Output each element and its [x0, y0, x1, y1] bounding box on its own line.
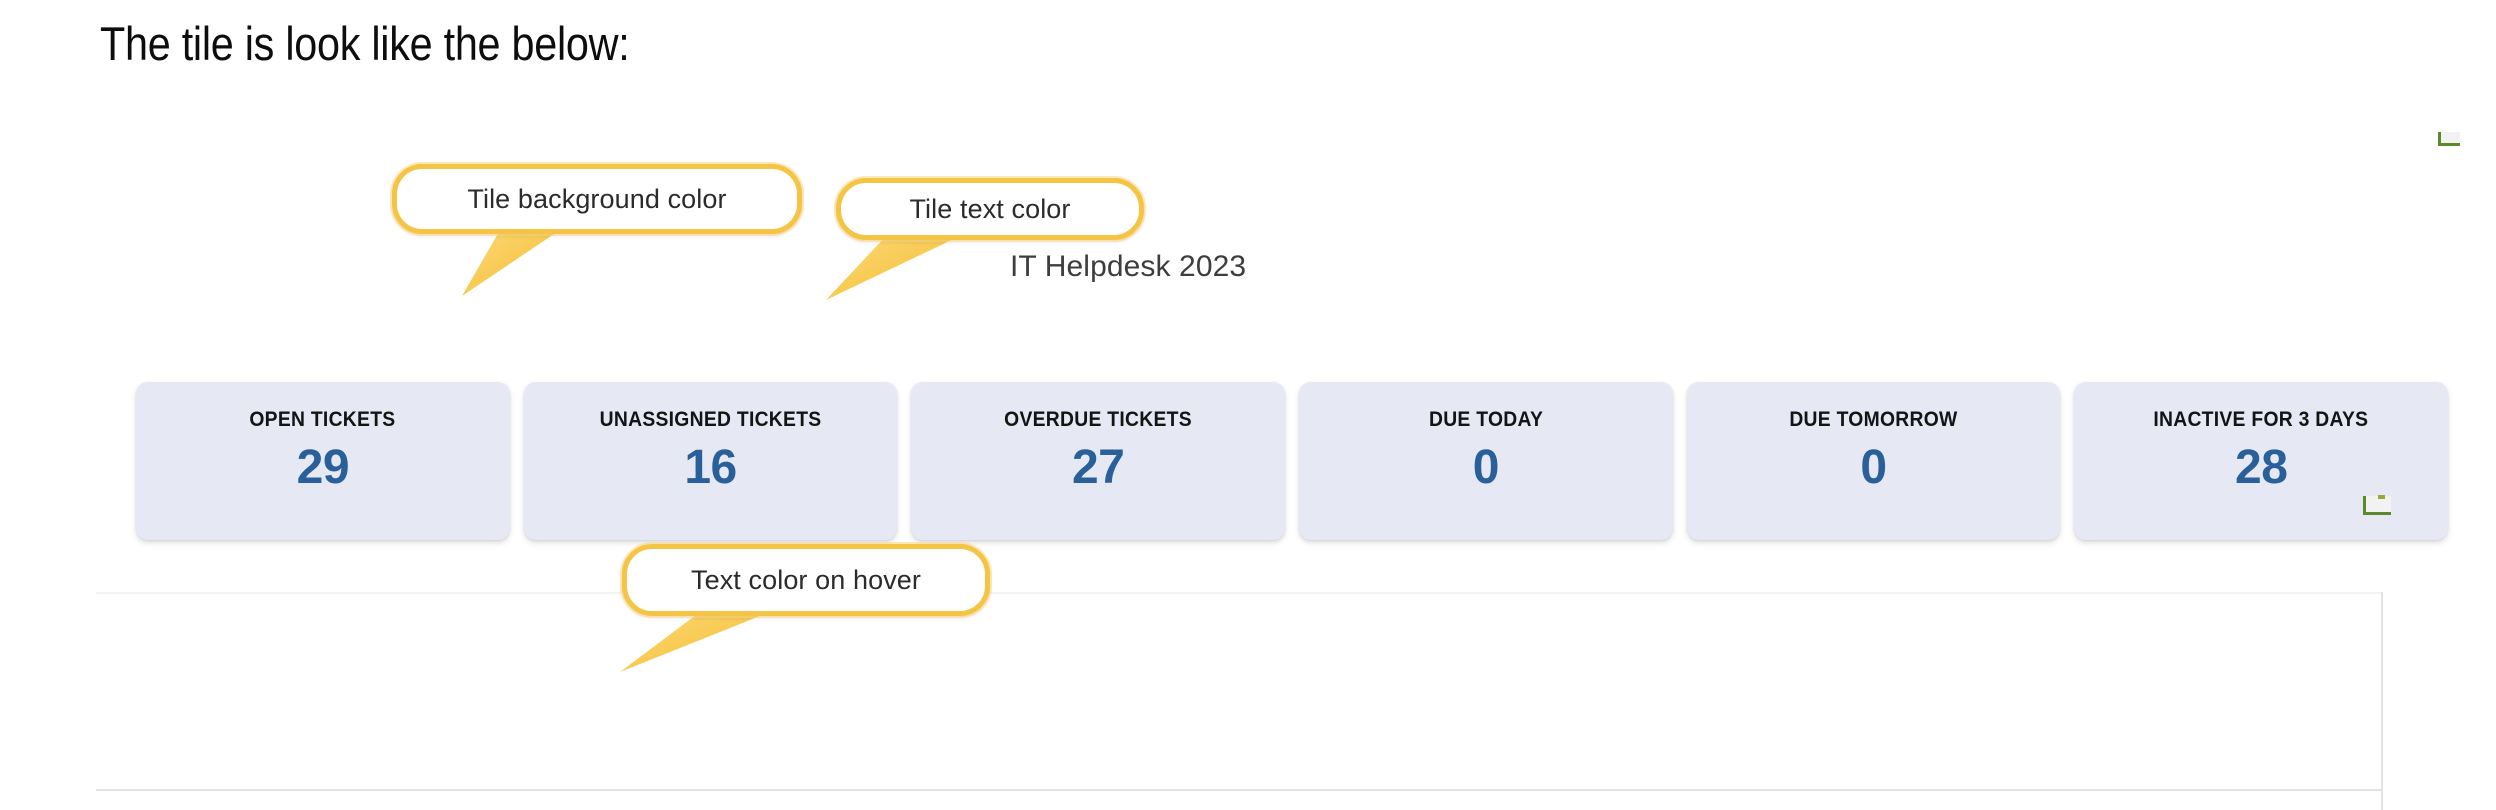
tile-label: OVERDUE TICKETS [1004, 408, 1193, 431]
callout-label: Text color on hover [690, 564, 921, 595]
tile-label: INACTIVE FOR 3 DAYS [2153, 408, 2369, 431]
tile-value: 16 [684, 441, 737, 494]
tile-label: OPEN TICKETS [249, 408, 396, 431]
page-title: The tile is look like the below: [100, 17, 630, 70]
panel-right-divider [2381, 592, 2383, 810]
callout-label: Tile text color [909, 193, 1071, 224]
tile-value: 27 [1071, 441, 1125, 494]
green-corner-marker-icon [2363, 495, 2391, 515]
tile-label: DUE TODAY [1428, 408, 1543, 431]
callout-tile-text-color: Tile text color [836, 178, 1144, 240]
slide-canvas: The tile is look like the below: IT Help… [0, 0, 2496, 810]
callout-tile-background-color: Tile background color [392, 164, 802, 234]
tile-value: 0 [1472, 441, 1500, 494]
panel-bottom-divider [96, 789, 2381, 791]
tile-value: 0 [1860, 441, 1887, 494]
callout-text-color-on-hover: Text color on hover [622, 544, 990, 616]
dashboard-normal-state: IT Helpdesk 2023 OPEN TICKETS 29 UNASSIG… [0, 120, 2496, 540]
tile-value: 28 [2235, 441, 2288, 494]
callout-label: Tile background color [467, 183, 727, 214]
tile-label: DUE TOMORROW [1789, 408, 1958, 431]
panel-top-divider [96, 592, 2381, 594]
dashboard-hover-state: IT Helpdesk 2023 OPEN TICKETS 29 UNASSIG… [0, 490, 2496, 810]
tile-label: UNASSIGNED TICKETS [599, 408, 822, 431]
dashboard-title: IT Helpdesk 2023 [1010, 250, 1247, 283]
tile-value: 29 [296, 441, 350, 494]
green-corner-marker-icon [2438, 132, 2460, 146]
